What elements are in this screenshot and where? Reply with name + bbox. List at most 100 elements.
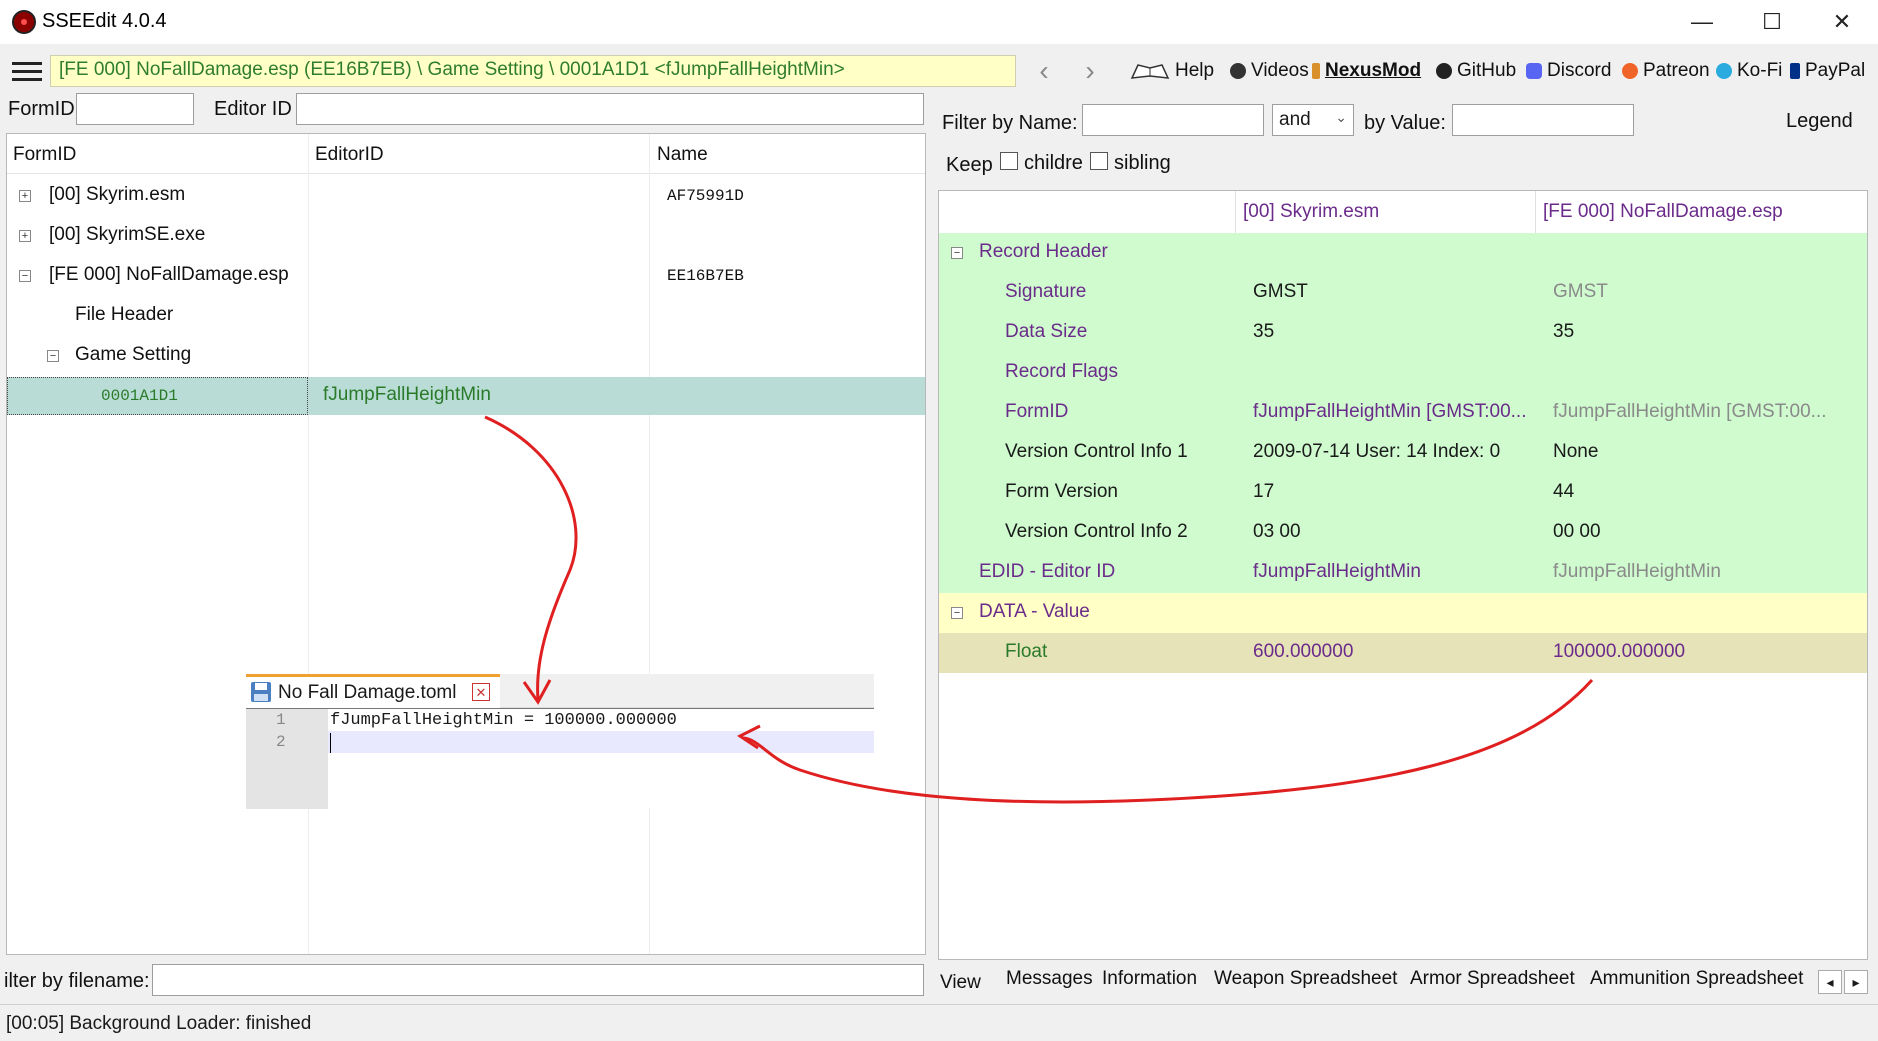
editor-tab-strip: [500, 674, 874, 708]
grid-row[interactable]: Signature GMST GMST: [939, 273, 1867, 313]
collapse-icon[interactable]: −: [951, 247, 963, 259]
expand-icon[interactable]: +: [19, 230, 31, 242]
grid-row-label: EDID - Editor ID: [979, 561, 1116, 582]
main-menu-icon[interactable]: [12, 62, 42, 82]
col-header-name[interactable]: Name: [657, 144, 708, 166]
patreon-label: Patreon: [1643, 60, 1710, 81]
discord-label: Discord: [1547, 60, 1612, 81]
discord-icon: [1526, 63, 1542, 79]
grid-row-label: Record Header: [979, 241, 1108, 262]
videos-link[interactable]: Videos: [1230, 60, 1309, 82]
keep-label: Keep: [946, 154, 993, 176]
grid-col-header-skyrim[interactable]: [00] Skyrim.esm: [1243, 191, 1379, 233]
record-view-grid[interactable]: [00] Skyrim.esm [FE 000] NoFallDamage.es…: [938, 190, 1868, 960]
keep-siblings-label: sibling: [1114, 152, 1171, 174]
collapse-icon[interactable]: −: [19, 270, 31, 282]
window-title: SSEEdit 4.0.4: [42, 10, 167, 32]
grid-row[interactable]: Version Control Info 1 2009-07-14 User: …: [939, 433, 1867, 473]
collapse-icon[interactable]: −: [951, 607, 963, 619]
filter-value-input[interactable]: [1452, 104, 1634, 136]
grid-cell-skyrim: 03 00: [1253, 521, 1301, 542]
filter-name-label: Filter by Name:: [942, 112, 1078, 134]
tree-row-editorid: fJumpFallHeightMin: [323, 384, 491, 405]
tree-row[interactable]: − Game Setting: [7, 336, 925, 376]
minimize-button[interactable]: —: [1674, 0, 1730, 44]
filter-value-label: by Value:: [1364, 112, 1446, 134]
filter-name-input[interactable]: [1082, 104, 1264, 136]
nexusmod-link[interactable]: NexusMod: [1312, 60, 1421, 82]
grid-row-label: Version Control Info 2: [1005, 521, 1188, 542]
grid-cell-skyrim: GMST: [1253, 281, 1308, 302]
forward-arrow-icon[interactable]: ›: [1070, 56, 1110, 88]
record-path-bar[interactable]: [FE 000] NoFallDamage.esp (EE16B7EB) \ G…: [50, 55, 1016, 87]
paypal-icon: [1790, 63, 1800, 79]
collapse-icon[interactable]: −: [47, 350, 59, 362]
tab-scroll-left-icon[interactable]: ◂: [1818, 970, 1842, 994]
tree-row[interactable]: + [00] Skyrim.esm AF75991D: [7, 176, 925, 216]
keep-children-label: childre: [1024, 152, 1083, 174]
paypal-link[interactable]: PayPal: [1790, 60, 1865, 82]
discord-link[interactable]: Discord: [1526, 60, 1611, 82]
line-number: 1: [276, 711, 286, 729]
grid-row[interactable]: FormID fJumpFallHeightMin [GMST:00... fJ…: [939, 393, 1867, 433]
editorid-filter-input[interactable]: [296, 93, 924, 125]
grid-cell-plugin: 100000.000000: [1553, 641, 1686, 662]
tab-scroll-right-icon[interactable]: ▸: [1844, 970, 1868, 994]
grid-row-label: FormID: [1005, 401, 1069, 422]
bottom-tab-strip: View Messages Information Weapon Spreads…: [932, 962, 1878, 1000]
github-link[interactable]: GitHub: [1436, 60, 1516, 82]
col-header-formid[interactable]: FormID: [13, 144, 76, 166]
grid-cell-plugin: None: [1553, 441, 1599, 462]
grid-row-label: Float: [1005, 641, 1048, 662]
tab-messages[interactable]: Messages: [1006, 968, 1093, 990]
grid-row[interactable]: Data Size 35 35: [939, 313, 1867, 353]
grid-row[interactable]: Record Flags: [939, 353, 1867, 393]
expand-icon[interactable]: +: [19, 190, 31, 202]
grid-cell-skyrim: fJumpFallHeightMin [GMST:00...: [1253, 401, 1527, 422]
editor-line-1: fJumpFallHeightMin = 100000.000000: [330, 711, 677, 730]
editor-body[interactable]: 1 2 fJumpFallHeightMin = 100000.000000: [246, 708, 874, 809]
tree-row[interactable]: + [00] SkyrimSE.exe: [7, 216, 925, 256]
tab-ammunition-spreadsheet[interactable]: Ammunition Spreadsheet: [1590, 968, 1803, 990]
tab-armor-spreadsheet[interactable]: Armor Spreadsheet: [1410, 968, 1575, 990]
formid-filter-input[interactable]: [76, 93, 194, 125]
grid-row[interactable]: Form Version 17 44: [939, 473, 1867, 513]
tab-information[interactable]: Information: [1102, 968, 1197, 990]
grid-row[interactable]: − Record Header: [939, 233, 1867, 273]
keep-siblings-checkbox[interactable]: [1090, 152, 1108, 170]
grid-row-selected[interactable]: Float 600.000000 100000.000000: [939, 633, 1867, 673]
grid-cell-skyrim: 2009-07-14 User: 14 Index: 0: [1253, 441, 1501, 462]
formid-filter-label: FormID: [8, 98, 75, 120]
maximize-button[interactable]: ☐: [1744, 0, 1800, 44]
patreon-icon: [1622, 63, 1638, 79]
tree-row[interactable]: File Header: [7, 296, 925, 336]
nexusmod-label: NexusMod: [1325, 60, 1422, 81]
filename-filter-input[interactable]: [152, 964, 924, 996]
tab-weapon-spreadsheet[interactable]: Weapon Spreadsheet: [1214, 968, 1397, 990]
editor-tab[interactable]: No Fall Damage.toml ✕: [246, 674, 500, 708]
tree-row[interactable]: − [FE 000] NoFallDamage.esp EE16B7EB: [7, 256, 925, 296]
text-cursor: [330, 733, 331, 753]
grid-row[interactable]: Version Control Info 2 03 00 00 00: [939, 513, 1867, 553]
toml-editor-overlay: No Fall Damage.toml ✕ 1 2 fJumpFallHeigh…: [246, 674, 874, 809]
help-link[interactable]: Help: [1130, 60, 1214, 82]
close-button[interactable]: ✕: [1814, 0, 1870, 44]
tab-view[interactable]: View: [940, 972, 981, 994]
grid-row[interactable]: − DATA - Value: [939, 593, 1867, 633]
tree-row-selected[interactable]: 0001A1D1 fJumpFallHeightMin: [7, 377, 925, 415]
grid-row[interactable]: EDID - Editor ID fJumpFallHeightMin fJum…: [939, 553, 1867, 593]
grid-row-label: Data Size: [1005, 321, 1088, 342]
line-number-gutter: 1 2: [246, 709, 328, 809]
close-tab-icon[interactable]: ✕: [472, 683, 490, 701]
keep-children-checkbox[interactable]: [1000, 152, 1018, 170]
kofi-link[interactable]: Ko-Fi: [1716, 60, 1782, 82]
patreon-link[interactable]: Patreon: [1622, 60, 1710, 82]
record-tree[interactable]: FormID EditorID Name + [00] Skyrim.esm A…: [6, 133, 926, 955]
help-label: Help: [1175, 60, 1215, 81]
legend-button[interactable]: Legend: [1786, 110, 1853, 133]
and-or-select-value: and: [1279, 109, 1311, 130]
back-arrow-icon[interactable]: ‹: [1024, 56, 1064, 88]
grid-col-header-plugin[interactable]: [FE 000] NoFallDamage.esp: [1543, 191, 1783, 233]
col-header-editorid[interactable]: EditorID: [315, 144, 384, 166]
and-or-select[interactable]: and ⌄: [1272, 104, 1354, 136]
